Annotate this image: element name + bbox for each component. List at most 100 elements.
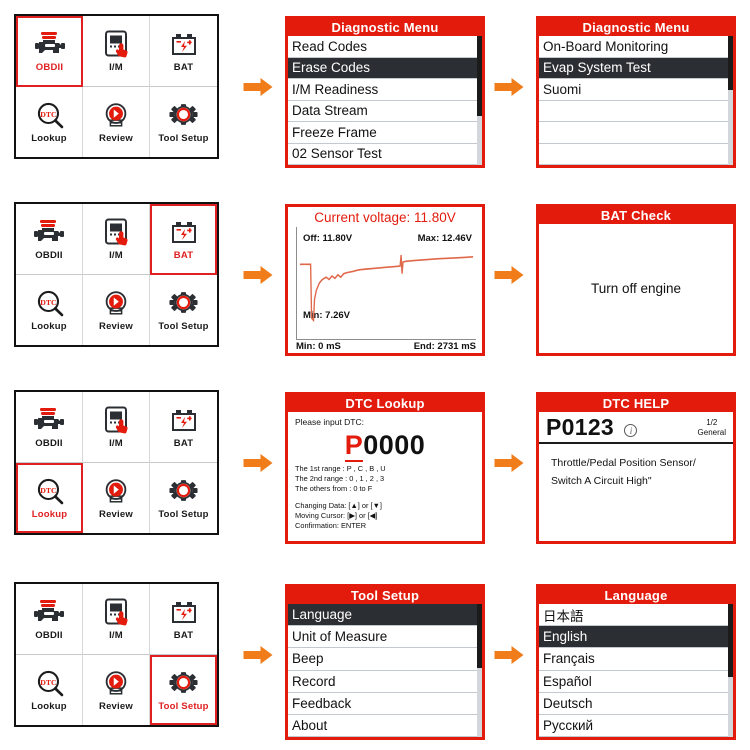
list-item[interactable]	[539, 122, 728, 144]
menu-cell-lookup[interactable]: Lookup	[16, 274, 83, 345]
list-item[interactable]: Deutsch	[539, 693, 728, 715]
list-item[interactable]	[539, 144, 728, 165]
flow-row-4: OBDII I/M BAT Lookup Review Tool Setup T…	[0, 572, 750, 740]
list-item-selected[interactable]: Language	[288, 604, 477, 627]
menu-label: I/M	[109, 437, 123, 449]
list-item[interactable]: On-Board Monitoring	[539, 36, 728, 58]
voltage-time-axis: Min: 0 mS End: 2731 mS	[288, 340, 482, 353]
screen-language[interactable]: Language 日本語 English Français Español De…	[536, 584, 736, 740]
menu-cell-tool-setup[interactable]: Tool Setup	[150, 654, 217, 725]
menu-label: OBDII	[35, 249, 63, 261]
gear-icon	[166, 668, 202, 698]
menu-cell-tool-setup[interactable]: Tool Setup	[150, 462, 217, 533]
engine-icon	[31, 597, 67, 627]
dtc-key-line: Confirmation: ENTER	[295, 521, 367, 530]
list-item-selected[interactable]: Evap System Test	[539, 57, 728, 79]
dtc-rule-line: The 1st range : P , C , B , U	[295, 464, 386, 473]
list-item[interactable]: Suomi	[539, 79, 728, 101]
menu-cell-review[interactable]: Review	[83, 274, 150, 345]
dtc-code-rest[interactable]: 0000	[363, 430, 425, 460]
menu-cell-review[interactable]: Review	[83, 86, 150, 157]
main-menu-grid-row2[interactable]: OBDII I/M BAT Lookup Review Tool Setup	[14, 202, 219, 347]
dtc-magnifier-icon	[31, 100, 67, 130]
main-menu-grid-row3[interactable]: OBDII I/M BAT Lookup Review Tool Setup	[14, 390, 219, 535]
engine-icon	[31, 217, 67, 247]
list-item[interactable]: Русский	[539, 715, 728, 737]
menu-cell-tool-setup[interactable]: Tool Setup	[150, 86, 217, 157]
menu-cell-bat[interactable]: BAT	[150, 392, 217, 463]
list-item[interactable]: Unit of Measure	[288, 626, 477, 649]
dtc-help-description: Throttle/Pedal Position Sensor/ Switch A…	[539, 444, 733, 490]
list-item[interactable]: I/M Readiness	[288, 79, 477, 101]
list-item[interactable]: 日本語	[539, 604, 728, 627]
scroll-thumb[interactable]	[728, 36, 733, 91]
menu-cell-im[interactable]: I/M	[83, 584, 150, 655]
dtc-input-prompt: Please input DTC:	[295, 417, 364, 427]
screen-battery-voltage[interactable]: Current voltage: 11.80V Off: 11.80V Max:…	[285, 204, 485, 356]
waveform-svg	[299, 254, 474, 323]
menu-cell-lookup[interactable]: Lookup	[16, 654, 83, 725]
screen-body: On-Board Monitoring Evap System Test Suo…	[539, 36, 733, 165]
list-item[interactable]: Français	[539, 648, 728, 671]
menu-label: Review	[99, 700, 133, 712]
scrollbar[interactable]	[477, 604, 482, 737]
screen-diagnostic-menu-2[interactable]: Diagnostic Menu On-Board Monitoring Evap…	[536, 16, 736, 168]
screen-dtc-lookup[interactable]: DTC Lookup Please input DTC: P0000 The 1…	[285, 392, 485, 544]
menu-cell-lookup[interactable]: Lookup	[16, 462, 83, 533]
scrollbar[interactable]	[728, 36, 733, 165]
menu-cell-lookup[interactable]: Lookup	[16, 86, 83, 157]
screen-body: Turn off engine	[539, 224, 733, 353]
list-item[interactable]: Feedback	[288, 693, 477, 715]
menu-cell-review[interactable]: Review	[83, 462, 150, 533]
menu-list[interactable]: On-Board Monitoring Evap System Test Suo…	[539, 36, 728, 165]
dtc-code-input[interactable]: P0000	[295, 429, 475, 462]
screen-diagnostic-menu-1[interactable]: Diagnostic Menu Read Codes Erase Codes I…	[285, 16, 485, 168]
list-item-selected[interactable]: Erase Codes	[288, 57, 477, 79]
scroll-thumb[interactable]	[477, 36, 482, 116]
list-item-selected[interactable]: English	[539, 626, 728, 649]
menu-cell-im[interactable]: I/M	[83, 392, 150, 463]
scrollbar[interactable]	[728, 604, 733, 737]
menu-cell-im[interactable]: I/M	[83, 204, 150, 275]
list-item[interactable]: Data Stream	[288, 101, 477, 122]
scroll-thumb[interactable]	[477, 604, 482, 668]
scrollbar[interactable]	[477, 36, 482, 165]
menu-cell-bat[interactable]: BAT	[150, 204, 217, 275]
main-menu-grid-row1[interactable]: OBDII I/M BAT Lookup Review Tool Setup	[14, 14, 219, 159]
dtc-code-active-char[interactable]: P	[344, 430, 364, 462]
tablet-hand-icon	[98, 597, 134, 627]
battery-icon	[166, 405, 202, 435]
menu-list[interactable]: Language Unit of Measure Beep Record Fee…	[288, 604, 477, 737]
screen-bat-check[interactable]: BAT Check Turn off engine	[536, 204, 736, 356]
menu-cell-obdii[interactable]: OBDII	[16, 584, 83, 655]
menu-label: OBDII	[35, 629, 63, 641]
menu-label: Lookup	[31, 508, 68, 520]
list-item[interactable]: Record	[288, 671, 477, 693]
list-item[interactable]: Español	[539, 671, 728, 693]
main-menu-grid-row4[interactable]: OBDII I/M BAT Lookup Review Tool Setup	[14, 582, 219, 727]
screen-tool-setup[interactable]: Tool Setup Language Unit of Measure Beep…	[285, 584, 485, 740]
list-item[interactable]: Beep	[288, 648, 477, 671]
menu-cell-im[interactable]: I/M	[83, 16, 150, 87]
list-item[interactable]: 02 Sensor Test	[288, 144, 477, 165]
menu-cell-obdii[interactable]: OBDII	[16, 204, 83, 275]
menu-cell-obdii[interactable]: OBDII	[16, 392, 83, 463]
right-arrow-icon	[243, 264, 273, 286]
info-icon[interactable]: i	[624, 424, 638, 438]
list-item[interactable]: Read Codes	[288, 36, 477, 58]
menu-cell-obdii[interactable]: OBDII	[16, 16, 83, 87]
screen-title: BAT Check	[539, 207, 733, 224]
menu-label: I/M	[109, 629, 123, 641]
menu-cell-bat[interactable]: BAT	[150, 584, 217, 655]
right-arrow-icon	[494, 76, 524, 98]
menu-cell-tool-setup[interactable]: Tool Setup	[150, 274, 217, 345]
list-item[interactable]: About	[288, 715, 477, 737]
list-item[interactable]	[539, 101, 728, 122]
menu-cell-bat[interactable]: BAT	[150, 16, 217, 87]
menu-list[interactable]: Read Codes Erase Codes I/M Readiness Dat…	[288, 36, 477, 165]
menu-list[interactable]: 日本語 English Français Español Deutsch Рус…	[539, 604, 728, 737]
menu-cell-review[interactable]: Review	[83, 654, 150, 725]
screen-dtc-help[interactable]: DTC HELP P0123 i 1/2 General Throttle/Pe…	[536, 392, 736, 544]
scroll-thumb[interactable]	[728, 604, 733, 678]
list-item[interactable]: Freeze Frame	[288, 122, 477, 144]
